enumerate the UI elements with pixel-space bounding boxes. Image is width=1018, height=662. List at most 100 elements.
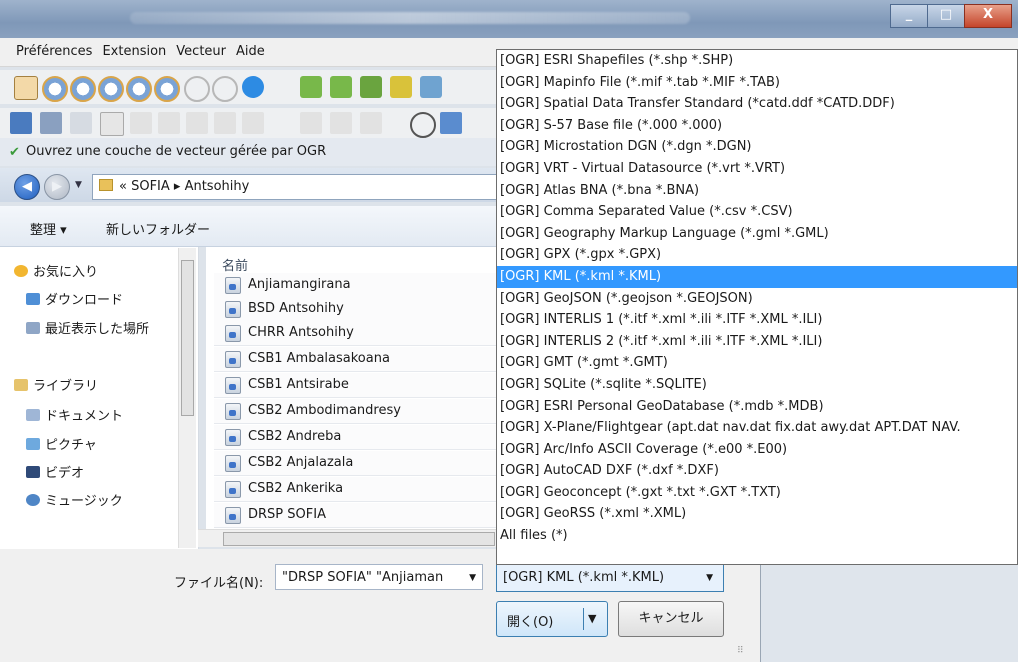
zoom-out-icon[interactable] (70, 76, 96, 102)
edit-pencil-icon[interactable] (130, 112, 152, 134)
file-type-option[interactable]: [OGR] Mapinfo File (*.mif *.tab *.MIF *.… (497, 72, 1017, 94)
move-feature-icon[interactable] (186, 112, 208, 134)
file-type-option[interactable]: [OGR] Comma Separated Value (*.csv *.CSV… (497, 201, 1017, 223)
nav-recent[interactable]: 最近表示した場所 (26, 318, 149, 337)
zoom-last-icon[interactable] (184, 76, 210, 102)
node-tool-icon[interactable] (214, 112, 236, 134)
file-type-option[interactable]: [OGR] Arc/Info ASCII Coverage (*.e00 *.E… (497, 439, 1017, 461)
zoom-full-icon[interactable] (98, 76, 124, 102)
zoom-next-icon[interactable] (212, 76, 238, 102)
file-type-option[interactable]: [OGR] GeoJSON (*.geojson *.GEOJSON) (497, 288, 1017, 310)
nav-pictures[interactable]: ピクチャ (26, 434, 97, 453)
nav-libraries[interactable]: ライブラリ (14, 375, 98, 394)
close-button[interactable]: X (964, 4, 1012, 28)
file-type-option[interactable]: [OGR] VRT - Virtual Datasource (*.vrt *.… (497, 158, 1017, 180)
filename-field[interactable]: "DRSP SOFIA" "Anjiaman ▼ (275, 564, 483, 590)
paste-icon[interactable] (360, 112, 382, 134)
window-controls: _ □ X (890, 4, 1012, 28)
file-row[interactable]: CSB1 Antsirabe (214, 373, 500, 398)
file-type-option[interactable]: [OGR] ESRI Personal GeoDatabase (*.mdb *… (497, 396, 1017, 418)
resize-grip-icon[interactable]: ⠿ (737, 646, 744, 656)
file-type-option[interactable]: [OGR] Microstation DGN (*.dgn *.DGN) (497, 136, 1017, 158)
menu-extension[interactable]: Extension (97, 38, 171, 66)
minimize-button[interactable]: _ (890, 4, 928, 28)
nav-documents[interactable]: ドキュメント (26, 405, 123, 424)
open-options-dropdown-icon[interactable]: ▼ (588, 612, 596, 625)
file-type-option[interactable]: [OGR] GPX (*.gpx *.GPX) (497, 244, 1017, 266)
nav-videos[interactable]: ビデオ (26, 462, 84, 481)
nav-downloads-label: ダウンロード (45, 293, 124, 308)
file-row[interactable]: CHRR Antsohihy (214, 321, 500, 346)
breadcrumb[interactable]: « SOFIA ▸ Antsohihy (92, 174, 499, 200)
file-type-option[interactable]: [OGR] Geography Markup Language (*.gml *… (497, 223, 1017, 245)
file-type-option[interactable]: [OGR] Spatial Data Transfer Standard (*c… (497, 93, 1017, 115)
filename-label: ファイル名(N): (174, 576, 264, 591)
home-icon[interactable] (10, 112, 32, 134)
file-type-option[interactable]: [OGR] Geoconcept (*.gxt *.txt *.GXT *.TX… (497, 482, 1017, 504)
menu-aide[interactable]: Aide (231, 38, 270, 66)
cancel-button[interactable]: キャンセル (618, 601, 724, 637)
menu-vecteur[interactable]: Vecteur (171, 38, 231, 66)
column-header-name[interactable]: 名前 (222, 255, 248, 274)
add-spatialite-icon[interactable] (390, 76, 412, 98)
file-type-option[interactable]: [OGR] KML (*.kml *.KML) (497, 265, 1017, 288)
file-row[interactable]: CSB2 Anjalazala (214, 451, 500, 476)
maximize-button[interactable]: □ (927, 4, 965, 28)
new-folder-button[interactable]: 新しいフォルダー (106, 219, 210, 238)
abc-icon[interactable] (70, 112, 92, 134)
file-type-option[interactable]: [OGR] Atlas BNA (*.bna *.BNA) (497, 180, 1017, 202)
file-row[interactable]: BSD Antsohihy (214, 297, 500, 322)
add-vector-icon[interactable] (300, 76, 322, 98)
file-type-select[interactable]: [OGR] KML (*.kml *.KML) ▼ (496, 564, 724, 592)
nav-pane-scrollbar[interactable] (178, 248, 196, 548)
dialog-title-bar: ✔ Ouvrez une couche de vecteur gérée par… (0, 138, 500, 166)
label-icon[interactable] (40, 112, 62, 134)
forward-button[interactable]: ▶ (44, 174, 70, 200)
menu-preferences[interactable]: Préférences (0, 38, 97, 66)
file-type-option[interactable]: All files (*) (497, 525, 1017, 547)
file-type-option[interactable]: [OGR] AutoCAD DXF (*.dxf *.DXF) (497, 460, 1017, 482)
file-type-option[interactable]: [OGR] INTERLIS 1 (*.itf *.xml *.ili *.IT… (497, 309, 1017, 331)
chevron-down-icon[interactable]: ▼ (469, 565, 476, 589)
file-row[interactable]: CSB2 Andreba (214, 425, 500, 450)
file-list-hscrollbar[interactable] (198, 529, 500, 547)
file-type-option[interactable]: [OGR] INTERLIS 2 (*.itf *.xml *.ili *.IT… (497, 331, 1017, 353)
zoom-layer-icon[interactable] (126, 76, 152, 102)
file-type-option[interactable]: [OGR] GeoRSS (*.xml *.XML) (497, 503, 1017, 525)
add-wms-icon[interactable] (420, 76, 442, 98)
file-type-option[interactable]: [OGR] ESRI Shapefiles (*.shp *.SHP) (497, 50, 1017, 72)
file-row[interactable]: CSB1 Ambalasakoana (214, 347, 500, 372)
cut-icon[interactable] (300, 112, 322, 134)
save-edits-icon[interactable] (158, 112, 180, 134)
nav-downloads[interactable]: ダウンロード (26, 289, 123, 308)
file-row[interactable]: Anjiamangirana (214, 273, 500, 298)
zoom-in-icon[interactable] (42, 76, 68, 102)
file-type-option[interactable]: [OGR] S-57 Base file (*.000 *.000) (497, 115, 1017, 137)
shapefile-icon (225, 507, 241, 524)
text-icon[interactable] (100, 112, 124, 136)
file-row[interactable]: DRSP SOFIA (214, 503, 500, 528)
back-button[interactable]: ◀ (14, 174, 40, 200)
nav-music[interactable]: ミュージック (26, 490, 123, 509)
nav-favorites[interactable]: お気に入り (14, 261, 98, 280)
add-raster-icon[interactable] (330, 76, 352, 98)
open-button[interactable]: 開く(O) ▼ (496, 601, 608, 637)
identify-icon[interactable] (410, 112, 436, 138)
nav-pane-scroll-thumb[interactable] (181, 260, 194, 416)
zoom-selection-icon[interactable] (154, 76, 180, 102)
file-type-option[interactable]: [OGR] X-Plane/Flightgear (apt.dat nav.da… (497, 417, 1017, 439)
delete-feature-icon[interactable] (242, 112, 264, 134)
file-list-hscroll-thumb[interactable] (223, 532, 495, 546)
file-type-option[interactable]: [OGR] SQLite (*.sqlite *.SQLITE) (497, 374, 1017, 396)
organize-button[interactable]: 整理 ▾ (30, 219, 67, 238)
file-type-option[interactable]: [OGR] GMT (*.gmt *.GMT) (497, 352, 1017, 374)
copy-icon[interactable] (330, 112, 352, 134)
file-name: CSB2 Ambodimandresy (248, 403, 401, 418)
refresh-icon[interactable] (242, 76, 264, 98)
pan-icon[interactable] (14, 76, 38, 100)
file-row[interactable]: CSB2 Ankerika (214, 477, 500, 502)
map-tips-icon[interactable] (440, 112, 462, 134)
history-dropdown-icon[interactable]: ▼ (75, 180, 82, 190)
add-postgis-icon[interactable] (360, 76, 382, 98)
file-row[interactable]: CSB2 Ambodimandresy (214, 399, 500, 424)
